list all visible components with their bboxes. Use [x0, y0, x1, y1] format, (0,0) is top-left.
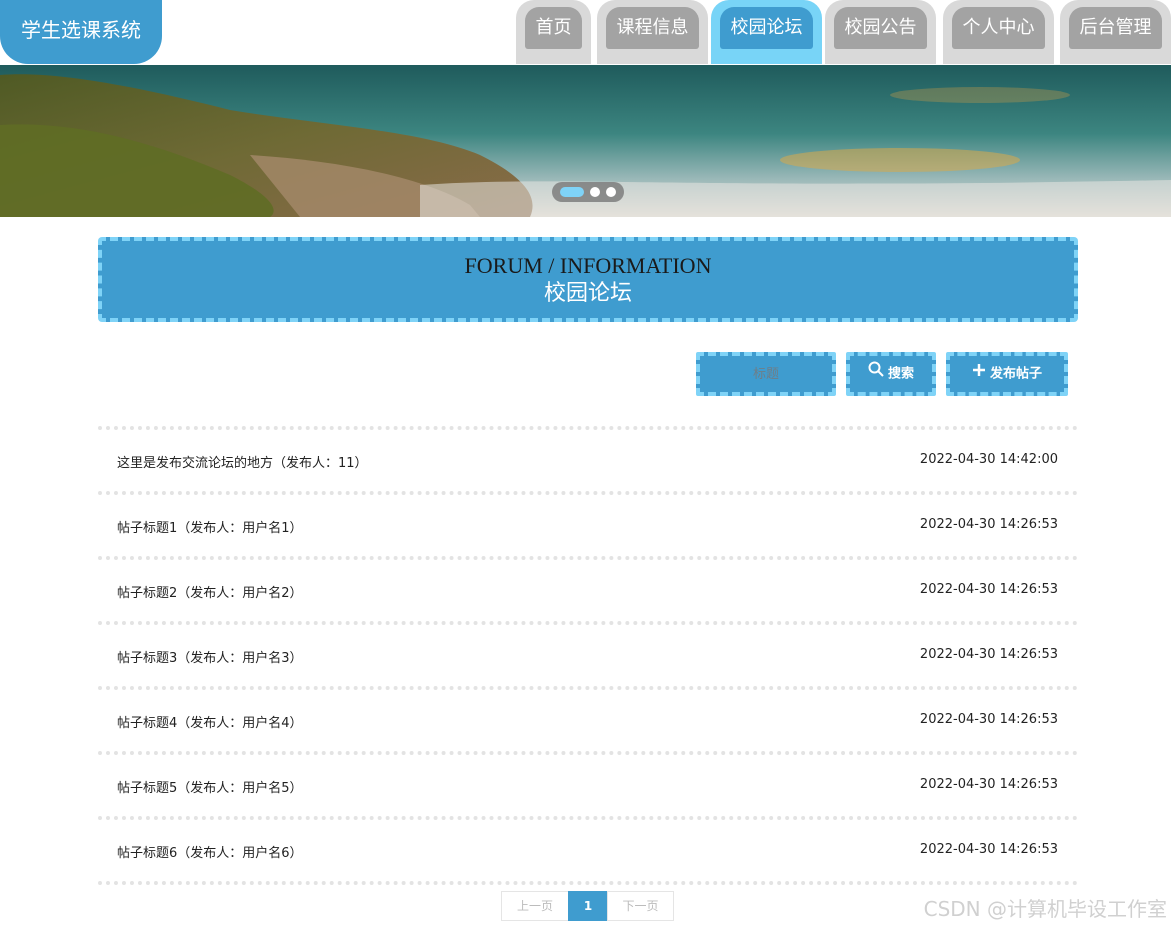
search-icon: [868, 356, 884, 392]
next-page-button[interactable]: 下一页: [607, 891, 674, 921]
search-button-label: 搜索: [887, 366, 914, 382]
watermark: CSDN @计算机毕设工作室: [923, 897, 1167, 921]
post-row[interactable]: 帖子标题3（发布人：用户名3） 2022-04-30 14:26:53: [98, 621, 1078, 686]
section-title-box: FORUM / INFORMATION 校园论坛: [98, 237, 1078, 322]
post-row[interactable]: 帖子标题6（发布人：用户名6） 2022-04-30 14:26:53: [98, 816, 1078, 881]
header: 学生选课系统 首页 课程信息 校园论坛 校园公告 个人中心 后台管理: [0, 0, 1171, 65]
post-time: 2022-04-30 14:26:53: [919, 712, 1058, 727]
post-row[interactable]: 这里是发布交流论坛的地方（发布人：11） 2022-04-30 14:42:00: [98, 426, 1078, 491]
post-row[interactable]: 帖子标题5（发布人：用户名5） 2022-04-30 14:26:53: [98, 751, 1078, 816]
nav-admin-label: 后台管理: [1069, 7, 1162, 49]
carousel-indicators: [552, 182, 624, 202]
nav-forum-label: 校园论坛: [720, 7, 813, 49]
post-list: 这里是发布交流论坛的地方（发布人：11） 2022-04-30 14:42:00…: [98, 426, 1078, 885]
search-button[interactable]: 搜索: [846, 352, 936, 396]
nav-profile[interactable]: 个人中心: [943, 0, 1054, 64]
post-row[interactable]: 帖子标题4（发布人：用户名4） 2022-04-30 14:26:53: [98, 686, 1078, 751]
nav-home[interactable]: 首页: [516, 0, 591, 64]
post-time: 2022-04-30 14:42:00: [919, 452, 1058, 467]
nav-courses-label: 课程信息: [606, 7, 699, 49]
nav-announcements[interactable]: 校园公告: [825, 0, 936, 64]
add-post-button[interactable]: 发布帖子: [946, 352, 1068, 396]
nav-courses[interactable]: 课程信息: [597, 0, 708, 64]
post-time: 2022-04-30 14:26:53: [919, 647, 1058, 662]
nav-admin[interactable]: 后台管理: [1060, 0, 1171, 64]
post-title: 帖子标题4（发布人：用户名4）: [117, 716, 303, 731]
nav-forum[interactable]: 校园论坛: [711, 0, 822, 64]
post-row[interactable]: 帖子标题2（发布人：用户名2） 2022-04-30 14:26:53: [98, 556, 1078, 621]
post-time: 2022-04-30 14:26:53: [919, 777, 1058, 792]
section-title-cn: 校园论坛: [543, 280, 632, 305]
section-title-en: FORUM / INFORMATION: [464, 253, 712, 278]
post-title: 这里是发布交流论坛的地方（发布人：11）: [117, 456, 368, 471]
post-title: 帖子标题1（发布人：用户名1）: [117, 521, 303, 536]
carousel-dot-2[interactable]: [590, 187, 600, 197]
banner-carousel[interactable]: [0, 65, 1171, 217]
post-title: 帖子标题5（发布人：用户名5）: [117, 781, 303, 796]
carousel-dot-3[interactable]: [606, 187, 616, 197]
prev-page-button[interactable]: 上一页: [501, 891, 569, 921]
nav-home-label: 首页: [525, 7, 582, 49]
post-time: 2022-04-30 14:26:53: [919, 582, 1058, 597]
post-title: 帖子标题2（发布人：用户名2）: [117, 586, 303, 601]
post-time: 2022-04-30 14:26:53: [919, 517, 1058, 532]
main-nav: 首页 课程信息 校园论坛 校园公告 个人中心 后台管理: [0, 0, 1171, 65]
post-time: 2022-04-30 14:26:53: [919, 842, 1058, 857]
nav-profile-label: 个人中心: [952, 7, 1045, 49]
post-row[interactable]: 帖子标题1（发布人：用户名1） 2022-04-30 14:26:53: [98, 491, 1078, 556]
title-search-input[interactable]: [696, 352, 836, 396]
carousel-dot-1[interactable]: [560, 187, 584, 197]
post-title: 帖子标题3（发布人：用户名3）: [117, 651, 303, 666]
list-divider: [98, 881, 1078, 885]
page-1-button[interactable]: 1: [568, 891, 608, 921]
post-title: 帖子标题6（发布人：用户名6）: [117, 846, 303, 861]
add-post-button-label: 发布帖子: [989, 366, 1042, 382]
nav-announcements-label: 校园公告: [834, 7, 927, 49]
plus-icon: [972, 356, 986, 392]
